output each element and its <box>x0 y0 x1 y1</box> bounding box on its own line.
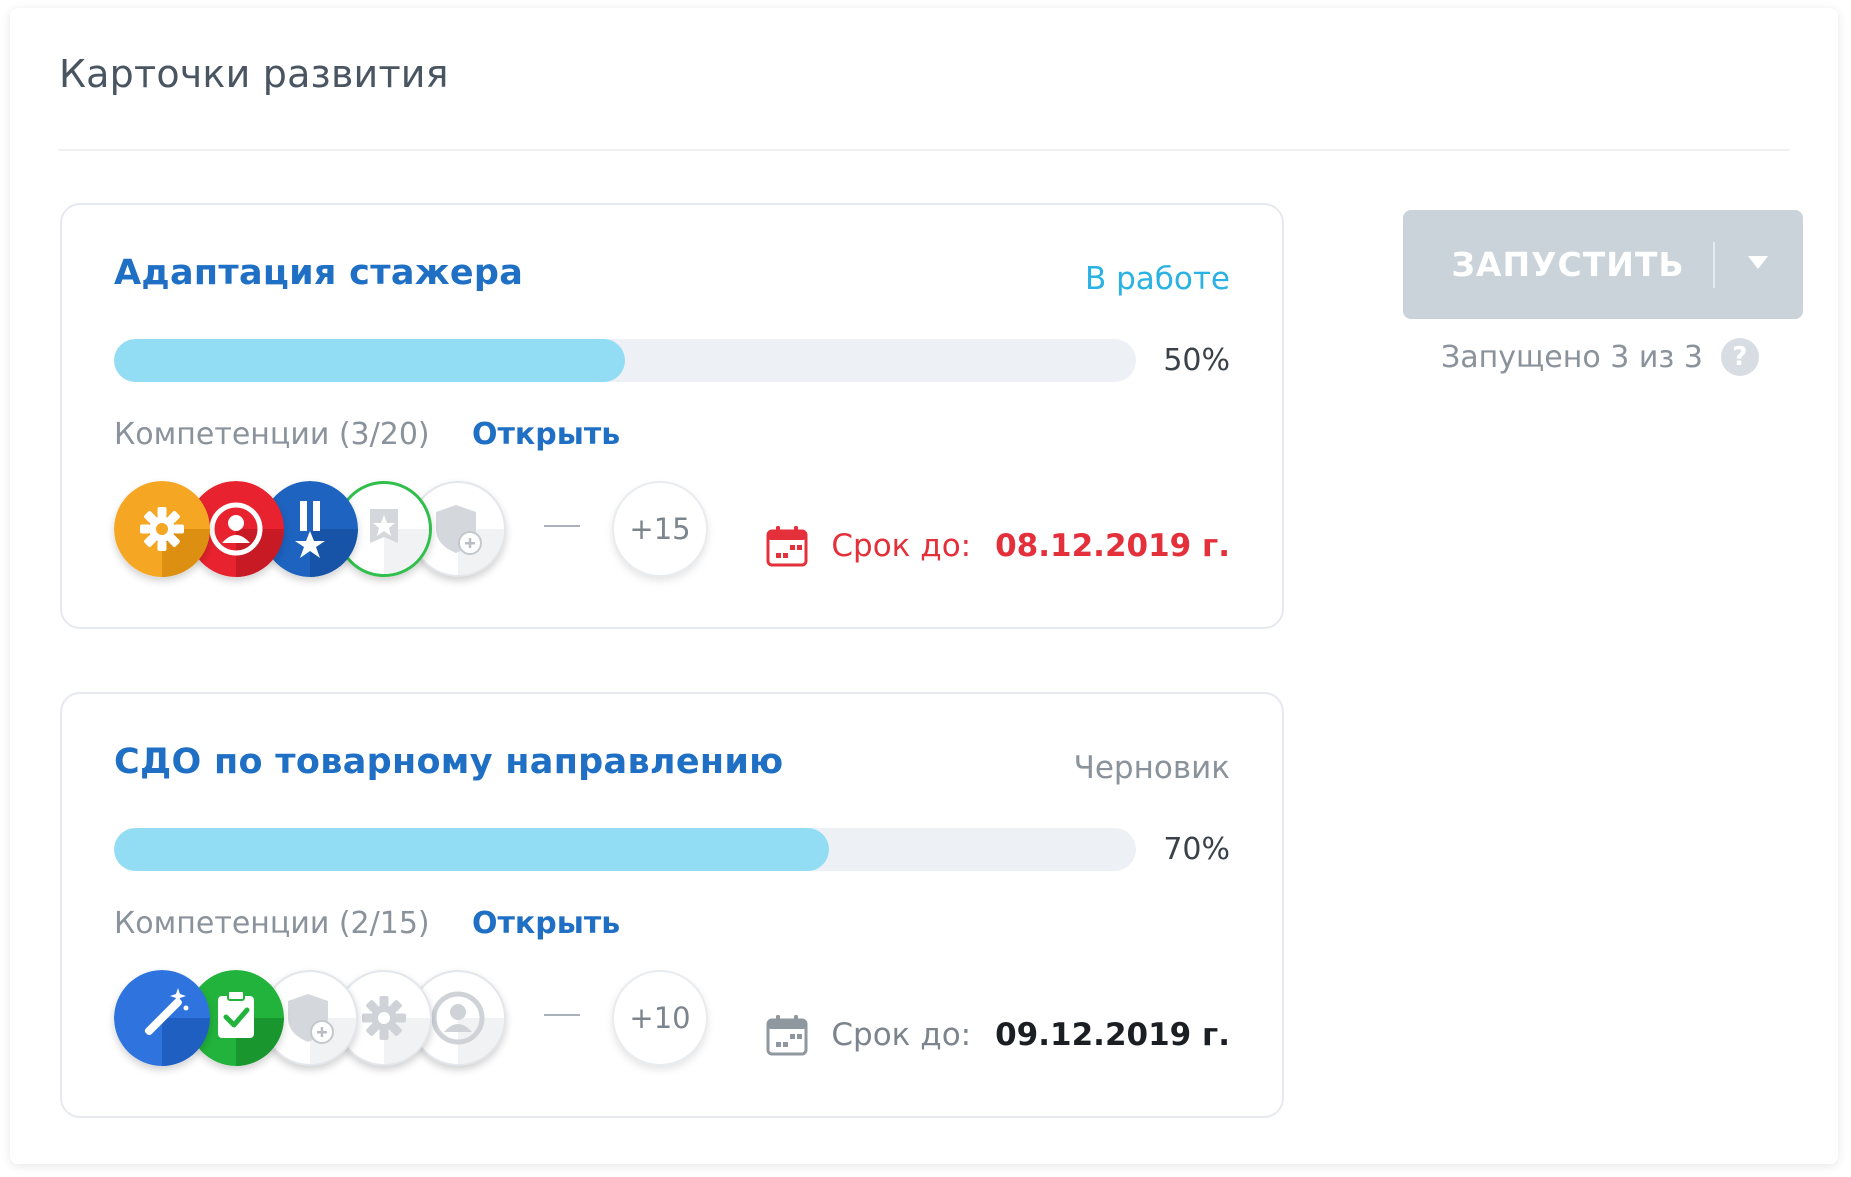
launched-count: Запущено 3 из 3 <box>1441 339 1703 375</box>
development-cards-panel: Карточки развития Адаптация стажера В ра… <box>10 8 1838 1164</box>
competency-badges <box>114 970 514 1066</box>
deadline-date: 08.12.2019 г. <box>995 528 1230 564</box>
progress-percent: 50% <box>1163 343 1230 378</box>
competencies-label: Компетенции (3/20) <box>114 417 430 452</box>
card-title[interactable]: Адаптация стажера <box>114 253 523 293</box>
development-card[interactable]: СДО по товарному направлению Черновик 70… <box>60 692 1284 1118</box>
progress-fill <box>114 828 830 871</box>
launch-button[interactable]: ЗАПУСТИТЬ <box>1403 210 1803 319</box>
help-icon[interactable]: ? <box>1720 338 1759 376</box>
badges-dash <box>544 525 580 527</box>
deadline: Срок до: 09.12.2019 г. <box>765 1012 1230 1058</box>
progress-percent: 70% <box>1163 832 1230 867</box>
more-competencies-button[interactable]: +15 <box>612 481 708 577</box>
status-badge: В работе <box>1084 261 1230 297</box>
deadline-label: Срок до: <box>831 528 972 564</box>
launch-note: Запущено 3 из 3 ? <box>1441 338 1759 376</box>
progress-fill <box>114 339 625 382</box>
badges-dash <box>544 1014 580 1016</box>
progress-bar <box>114 828 1136 871</box>
deadline-date: 09.12.2019 г. <box>995 1017 1230 1053</box>
progress-bar <box>114 339 1136 382</box>
chevron-down-icon[interactable] <box>1748 256 1768 269</box>
card-title[interactable]: СДО по товарному направлению <box>114 742 784 782</box>
deadline: Срок до: 08.12.2019 г. <box>765 523 1230 569</box>
launch-button-label: ЗАПУСТИТЬ <box>1451 245 1685 284</box>
competencies-label: Компетенции (2/15) <box>114 906 430 941</box>
gear-badge-icon[interactable] <box>114 481 210 577</box>
launch-button-separator <box>1713 242 1715 288</box>
open-competencies-link[interactable]: Открыть <box>472 906 620 941</box>
competency-badges <box>114 481 514 577</box>
deadline-label: Срок до: <box>831 1017 972 1053</box>
page-title: Карточки развития <box>59 52 449 96</box>
title-divider <box>59 149 1789 151</box>
magic-wand-badge-icon[interactable] <box>114 970 210 1066</box>
more-competencies-button[interactable]: +10 <box>612 970 708 1066</box>
status-badge: Черновик <box>1073 750 1230 786</box>
open-competencies-link[interactable]: Открыть <box>472 417 620 452</box>
development-card[interactable]: Адаптация стажера В работе 50% Компетенц… <box>60 203 1284 629</box>
calendar-icon <box>766 1015 808 1056</box>
calendar-icon <box>766 526 808 567</box>
